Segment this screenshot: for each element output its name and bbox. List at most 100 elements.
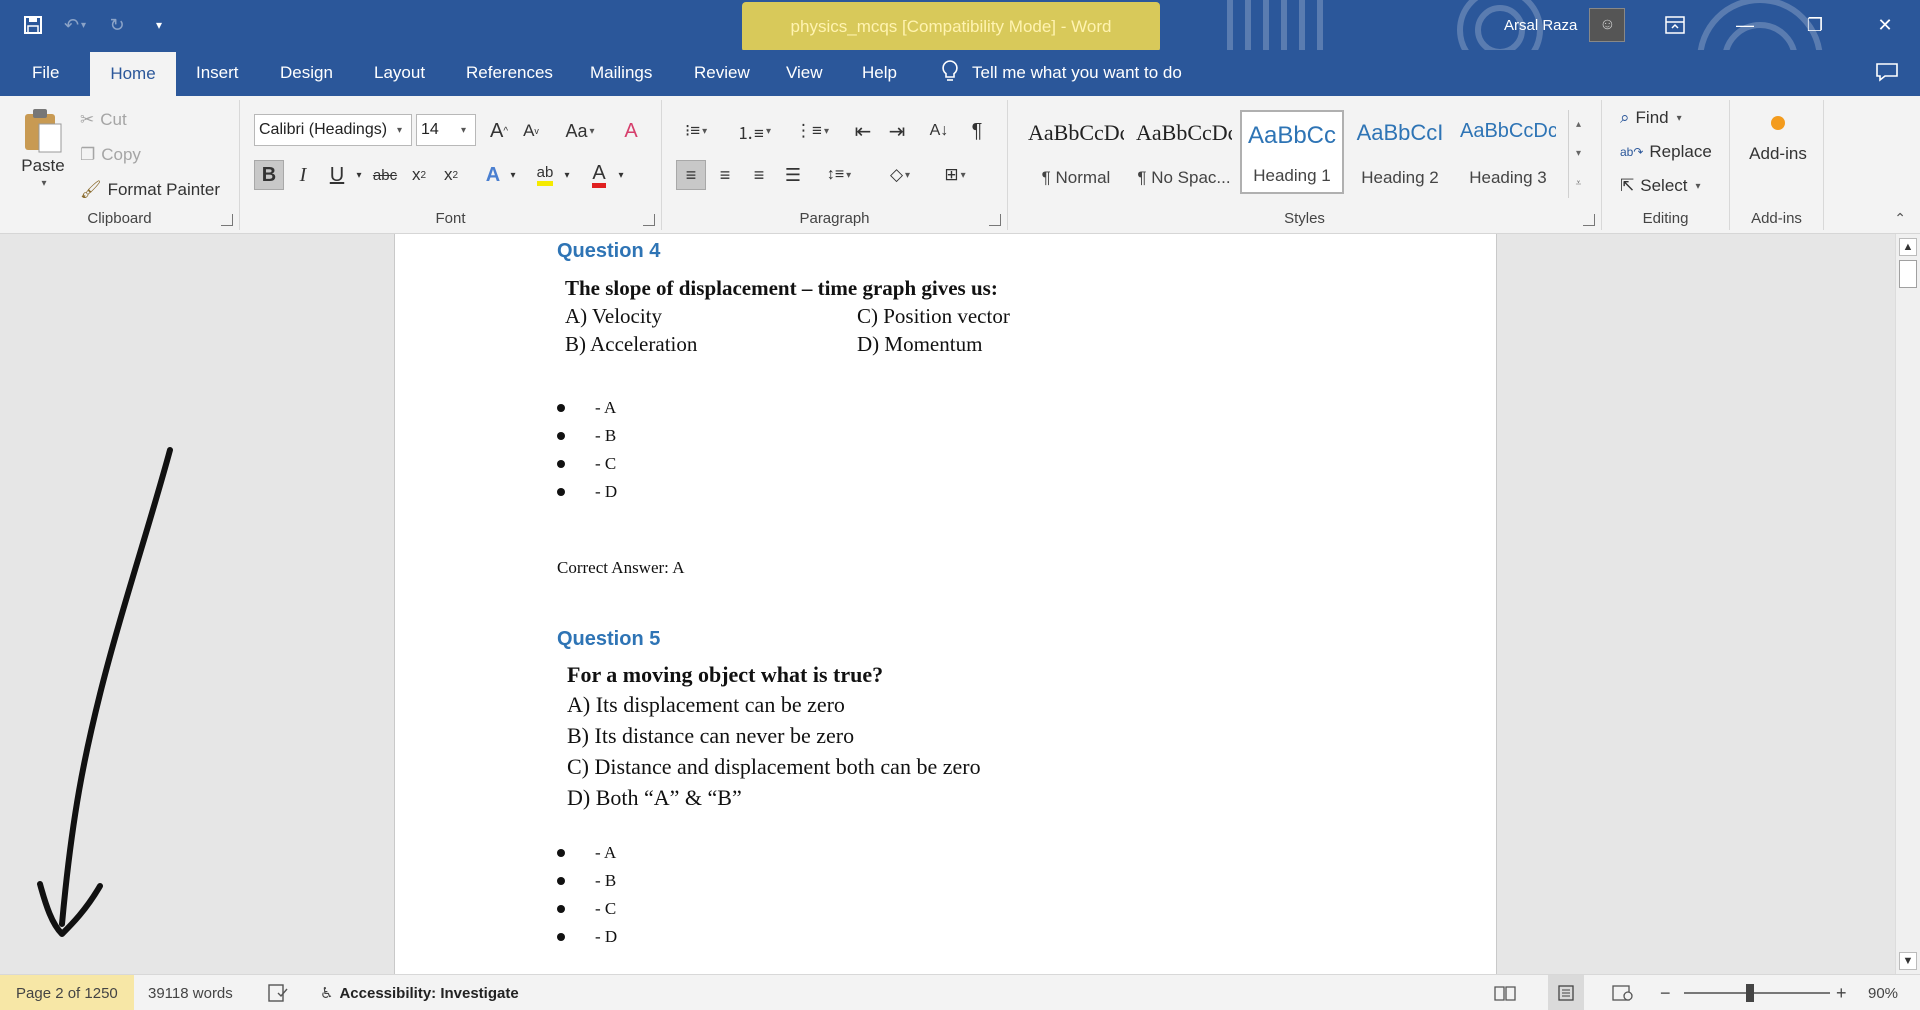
subscript-icon[interactable]: x2 xyxy=(404,160,434,190)
editing-group: ⌕ Find ▾ ab↷ Replace ⇱ Select ▾ Editing xyxy=(1602,100,1730,230)
read-mode-icon[interactable] xyxy=(1494,975,1516,1010)
vertical-scrollbar[interactable]: ▲ ▼ xyxy=(1895,234,1920,974)
align-left-icon[interactable]: ≡ xyxy=(676,160,706,190)
style-no-spacing[interactable]: AaBbCcDc ¶ No Spac... xyxy=(1132,110,1236,194)
sort-icon[interactable]: A↓ xyxy=(924,116,954,146)
tab-home[interactable]: Home xyxy=(90,52,176,96)
format-painter-button[interactable]: 🖌 Format Painter xyxy=(80,180,220,200)
print-layout-icon[interactable] xyxy=(1548,975,1584,1010)
tab-layout[interactable]: Layout xyxy=(360,50,439,96)
replace-button[interactable]: ab↷ Replace xyxy=(1620,142,1712,162)
line-spacing-icon[interactable]: ↕≡ ▾ xyxy=(818,160,860,190)
style-heading-1[interactable]: AaBbCc Heading 1 xyxy=(1240,110,1344,194)
align-center-icon[interactable]: ≡ xyxy=(710,160,740,190)
style-heading-3[interactable]: AaBbCcDc Heading 3 xyxy=(1456,110,1560,194)
customize-qat-icon[interactable]: ▾ xyxy=(146,12,172,38)
find-button[interactable]: ⌕ Find ▾ xyxy=(1620,108,1682,128)
list-item: - A xyxy=(557,394,617,422)
list-item: - B xyxy=(557,422,617,450)
question-5-stem: For a moving object what is true? xyxy=(567,662,884,687)
paste-icon xyxy=(25,109,62,153)
redo-icon[interactable]: ↻ xyxy=(104,12,130,38)
tell-me-search[interactable]: Tell me what you want to do xyxy=(940,50,1182,96)
zoom-in-icon[interactable]: + xyxy=(1836,975,1847,1010)
strikethrough-icon[interactable]: abc xyxy=(370,160,400,190)
zoom-slider-thumb[interactable] xyxy=(1746,984,1754,1002)
addins-button[interactable]: Add-ins xyxy=(1740,116,1816,164)
avatar[interactable]: ☺ xyxy=(1589,8,1626,42)
shrink-font-icon[interactable]: Av xyxy=(516,116,546,146)
list-item: - B xyxy=(557,867,617,895)
tab-file[interactable]: File xyxy=(18,50,73,96)
shading-icon[interactable]: ◇ ▾ xyxy=(880,160,920,190)
restore-icon[interactable]: ❐ xyxy=(1780,0,1850,50)
show-formatting-marks-icon[interactable]: ¶ xyxy=(962,116,992,146)
styles-dialog-launcher-icon[interactable] xyxy=(1583,214,1595,226)
cut-label: Cut xyxy=(100,110,127,129)
tab-insert[interactable]: Insert xyxy=(182,50,253,96)
paragraph-group: ⁝≡ ▾ ⒈≡ ▾ ⋮≡ ▾ ⇤ ⇥ A↓ ¶ ≡ ≡ ≡ ☰ ↕≡ ▾ ◇ ▾ ⊞ ▾ P… xyxy=(662,100,1008,230)
change-case-button[interactable]: Aa ▾ xyxy=(558,116,602,146)
font-dialog-launcher-icon[interactable] xyxy=(643,214,655,226)
zoom-out-icon[interactable]: − xyxy=(1660,975,1671,1010)
decrease-indent-icon[interactable]: ⇤ xyxy=(848,116,878,146)
font-color-dropdown-icon[interactable]: ▾ xyxy=(606,160,636,190)
web-layout-icon[interactable] xyxy=(1612,975,1634,1010)
gallery-down-icon[interactable]: ▾ xyxy=(1576,148,1581,159)
tab-view[interactable]: View xyxy=(772,50,837,96)
comments-icon[interactable] xyxy=(1872,58,1902,86)
tab-design[interactable]: Design xyxy=(266,50,347,96)
close-icon[interactable]: ✕ xyxy=(1850,0,1920,50)
clear-formatting-icon[interactable]: A xyxy=(616,116,646,146)
italic-icon[interactable]: I xyxy=(288,160,318,190)
word-count[interactable]: 39118 words xyxy=(148,975,233,1010)
grow-font-icon[interactable]: A ^ xyxy=(484,116,514,146)
increase-indent-icon[interactable]: ⇥ xyxy=(882,116,912,146)
save-icon[interactable] xyxy=(20,12,46,38)
bullets-icon[interactable]: ⁝≡ ▾ xyxy=(676,116,716,146)
style-normal[interactable]: AaBbCcDc ¶ Normal xyxy=(1024,110,1128,194)
user-account[interactable]: Arsal Raza ☺ xyxy=(1504,0,1626,50)
format-painter-label: Format Painter xyxy=(107,180,221,199)
numbering-icon[interactable]: ⒈≡ ▾ xyxy=(732,116,776,146)
paragraph-dialog-launcher-icon[interactable] xyxy=(989,214,1001,226)
tab-mailings[interactable]: Mailings xyxy=(576,50,666,96)
gallery-more-icon[interactable]: ⩡ xyxy=(1576,178,1582,189)
collapse-ribbon-icon[interactable]: ⌃ xyxy=(1894,210,1906,227)
tab-review[interactable]: Review xyxy=(680,50,764,96)
scroll-thumb[interactable] xyxy=(1899,260,1917,288)
search-icon: ⌕ xyxy=(1620,108,1630,127)
multilevel-list-icon[interactable]: ⋮≡ ▾ xyxy=(790,116,834,146)
scroll-up-icon[interactable]: ▲ xyxy=(1899,238,1917,256)
zoom-level[interactable]: 90% xyxy=(1868,975,1898,1010)
superscript-icon[interactable]: x2 xyxy=(436,160,466,190)
select-button[interactable]: ⇱ Select ▾ xyxy=(1620,176,1701,196)
styles-group: AaBbCcDc ¶ Normal AaBbCcDc ¶ No Spac... … xyxy=(1008,100,1602,230)
zoom-slider[interactable] xyxy=(1684,992,1830,994)
font-size-combo[interactable]: 14 ▾ xyxy=(416,114,476,146)
proofing-icon[interactable] xyxy=(268,975,288,1010)
highlight-dropdown-icon[interactable]: ▾ xyxy=(552,160,582,190)
copy-button[interactable]: ❐ Copy xyxy=(80,145,141,165)
font-name-combo[interactable]: Calibri (Headings) ▾ xyxy=(254,114,412,146)
cut-button[interactable]: ✂ Cut xyxy=(80,110,127,130)
text-effects-dropdown-icon[interactable]: ▾ xyxy=(498,160,528,190)
style-heading-2[interactable]: AaBbCcI Heading 2 xyxy=(1348,110,1452,194)
ribbon-display-options-icon[interactable] xyxy=(1640,0,1710,50)
document-page[interactable]: Question 4 The slope of displacement – t… xyxy=(394,234,1497,974)
paste-button[interactable]: Paste ▾ xyxy=(14,106,72,189)
accessibility-checker[interactable]: ♿ Accessibility: Investigate xyxy=(320,975,519,1010)
minimize-icon[interactable]: — xyxy=(1710,0,1780,50)
clipboard-group: Paste ▾ ✂ Cut ❐ Copy 🖌 Format Painter Cl… xyxy=(0,100,240,230)
clipboard-dialog-launcher-icon[interactable] xyxy=(221,214,233,226)
bold-icon[interactable]: B xyxy=(254,160,284,190)
page-indicator[interactable]: Page 2 of 1250 xyxy=(0,975,134,1010)
tab-references[interactable]: References xyxy=(452,50,567,96)
scroll-down-icon[interactable]: ▼ xyxy=(1899,952,1917,970)
borders-icon[interactable]: ⊞ ▾ xyxy=(934,160,976,190)
gallery-up-icon[interactable]: ▴ xyxy=(1576,119,1581,130)
tab-help[interactable]: Help xyxy=(848,50,911,96)
undo-icon[interactable]: ↶ ▾ xyxy=(62,12,88,38)
justify-icon[interactable]: ☰ xyxy=(778,160,808,190)
align-right-icon[interactable]: ≡ xyxy=(744,160,774,190)
